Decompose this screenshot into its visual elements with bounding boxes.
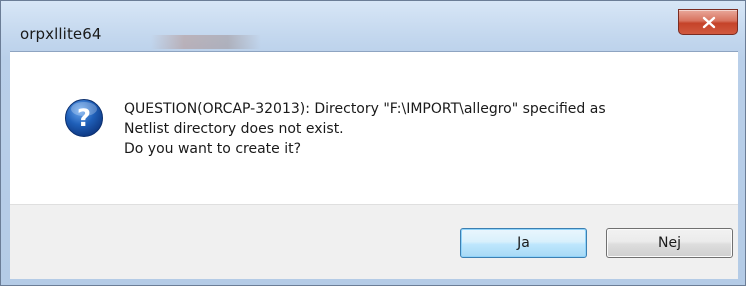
window-title: orpxllite64 [20,25,102,43]
svg-text:?: ? [77,104,91,132]
yes-button[interactable]: Ja [460,228,587,258]
title-bar[interactable]: orpxllite64 [1,1,745,51]
no-button[interactable]: Nej [606,228,733,258]
close-icon [702,16,716,29]
dialog-window: orpxllite64 ? QUESTION(ORCAP-32013): Dir… [0,0,746,286]
question-icon: ? [65,99,103,137]
message-panel: ? QUESTION(ORCAP-32013): Directory "F:\I… [10,52,738,204]
close-button[interactable] [678,9,738,35]
message-line: Netlist directory does not exist. [124,121,344,137]
button-bar: Ja Nej [10,204,738,279]
dialog-message: QUESTION(ORCAP-32013): Directory "F:\IMP… [124,99,606,159]
dialog-client-area: ? QUESTION(ORCAP-32013): Directory "F:\I… [10,51,738,279]
message-line: Do you want to create it? [124,141,302,157]
message-line: QUESTION(ORCAP-32013): Directory "F:\IMP… [124,101,606,117]
